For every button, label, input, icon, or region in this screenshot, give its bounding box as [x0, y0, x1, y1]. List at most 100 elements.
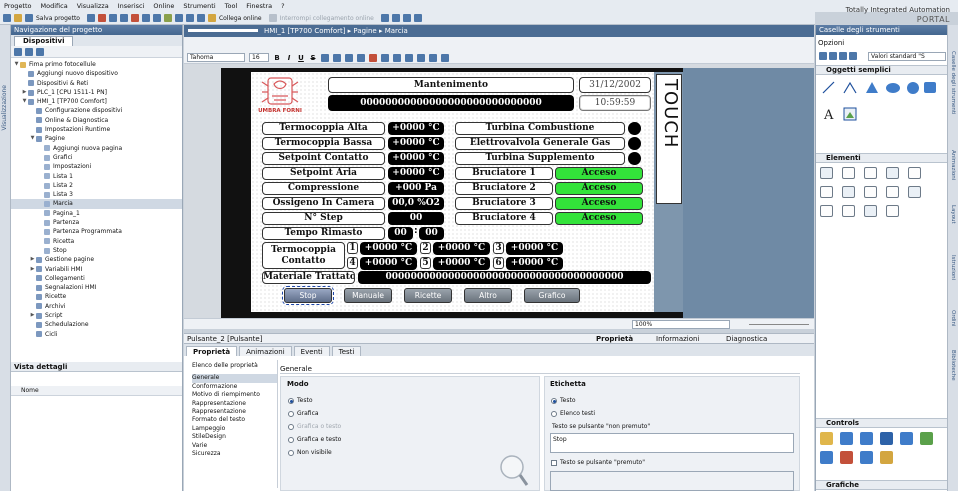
graphic-io-icon[interactable] [886, 167, 899, 179]
switch-icon[interactable] [842, 186, 855, 198]
print-icon[interactable] [86, 14, 95, 22]
tab-proprieta[interactable]: Proprietà [186, 346, 238, 356]
sm-pdf-view-icon[interactable] [840, 451, 853, 464]
modo-option-radio[interactable]: Testo [288, 397, 313, 404]
list-view-icon[interactable] [829, 52, 837, 60]
delete-icon[interactable] [130, 14, 139, 22]
property-nav-item[interactable]: Rappresentazione [192, 408, 278, 416]
modo-option-radio[interactable]: Grafica o testo [288, 423, 341, 430]
right-sidebar-tab[interactable]: Ordini [950, 310, 956, 327]
tree-item[interactable]: Ricette [11, 292, 182, 301]
simulate-icon[interactable] [196, 14, 205, 22]
tree-item[interactable]: ▼ Fima primo fotocellule [11, 60, 182, 69]
tree-item[interactable]: Ricetta [11, 237, 182, 246]
tree-item[interactable]: Impostazioni [11, 162, 182, 171]
tree-item[interactable]: Online & Diagnostica [11, 116, 182, 125]
menu-item-6[interactable]: Tool [225, 2, 238, 10]
save-button[interactable]: Salva progetto [36, 15, 80, 22]
tree-view-icon[interactable] [36, 47, 44, 56]
property-nav-item[interactable]: Varie [192, 442, 278, 450]
tree-item[interactable]: Marcia [11, 199, 182, 209]
modo-option-radio[interactable]: Grafica [288, 410, 319, 417]
property-nav-item[interactable]: Conformazione [192, 383, 278, 391]
underline-icon[interactable]: U [297, 54, 305, 62]
details-view-title[interactable]: Vista dettagli [11, 362, 182, 372]
compile-icon[interactable] [163, 14, 172, 22]
icon-view-icon[interactable] [839, 52, 847, 60]
redo-icon[interactable] [152, 14, 161, 22]
trend-view-icon[interactable] [840, 432, 853, 445]
symbol-library-icon[interactable] [864, 186, 877, 198]
tree-item[interactable]: Segnalazioni HMI [11, 283, 182, 292]
line-color-icon[interactable] [381, 53, 389, 62]
tab-diagnostica[interactable]: Diagnostica [726, 334, 767, 344]
etichetta-testo-radio[interactable]: Testo [551, 397, 576, 404]
bar-icon[interactable] [820, 186, 833, 198]
f-trend-view-icon[interactable] [880, 451, 893, 464]
tree-item[interactable]: Grafici [11, 153, 182, 162]
tree-item[interactable]: Lista 1 [11, 172, 182, 181]
font-size-select[interactable]: 16 [249, 53, 269, 62]
tree-expander-icon[interactable]: ▼ [21, 97, 28, 106]
align-center-icon[interactable] [333, 53, 341, 62]
etichetta-elenco-radio[interactable]: Elenco testi [551, 410, 595, 417]
tree-item[interactable]: Dispositivi & Reti [11, 79, 182, 88]
strikethrough-icon[interactable]: S [309, 54, 317, 62]
toolbox-view-select[interactable]: Valori standard "S [868, 52, 946, 61]
cut-icon[interactable] [97, 14, 106, 22]
tree-expander-icon[interactable]: ▼ [13, 60, 20, 69]
button-icon[interactable] [842, 167, 855, 179]
menu-item-1[interactable]: Modifica [41, 2, 68, 10]
small-icon-view-icon[interactable] [849, 52, 857, 60]
connect-online-button[interactable]: Collega online [219, 15, 262, 22]
tree-item[interactable]: Stop [11, 246, 182, 255]
section-oggetti-semplici[interactable]: Oggetti semplici [816, 65, 948, 75]
menu-item-4[interactable]: Online [153, 2, 174, 10]
recipe-view-icon[interactable] [900, 432, 913, 445]
upload-icon[interactable] [185, 14, 194, 22]
open-project-icon[interactable] [14, 14, 22, 22]
section-controls[interactable]: Controls [816, 418, 948, 428]
tree-item[interactable]: Lista 2 [11, 181, 182, 190]
tree-expander-icon[interactable]: ▶ [29, 265, 36, 274]
left-sidebar-label[interactable]: Visualizzazione [1, 85, 8, 131]
tab-eventi[interactable]: Eventi [293, 346, 330, 356]
menu-item-2[interactable]: Visualizza [77, 2, 109, 10]
italic-icon[interactable]: I [285, 54, 293, 62]
menu-item-5[interactable]: Strumenti [183, 2, 215, 10]
details-column-name[interactable]: Nome [11, 386, 182, 396]
paste-icon[interactable] [119, 14, 128, 22]
distribute-icon[interactable] [429, 53, 437, 62]
back-icon[interactable] [14, 47, 22, 56]
property-nav-item[interactable]: Lampeggio [192, 425, 278, 433]
fill-color-icon[interactable] [357, 53, 365, 62]
property-nav-item[interactable]: Sicurezza [192, 450, 278, 458]
section-elementi[interactable]: Elementi [816, 153, 948, 163]
new-project-icon[interactable] [3, 14, 11, 22]
html-browser-icon[interactable] [880, 432, 893, 445]
premuto-checkbox[interactable]: Testo se pulsante "premuto" [551, 459, 645, 466]
tree-item[interactable]: Impostazioni Runtime [11, 125, 182, 134]
section-grafiche[interactable]: Grafiche [816, 480, 948, 490]
tree-item[interactable]: Aggiungi nuovo dispositivo [11, 69, 182, 78]
user-view-icon[interactable] [860, 432, 873, 445]
close-editor-icon[interactable] [413, 14, 422, 22]
align-left-icon[interactable] [321, 53, 329, 62]
option-buttons-icon[interactable] [842, 205, 855, 217]
non-premuto-input[interactable]: Stop [550, 433, 794, 453]
tree-item[interactable]: Configurazione dispositivi [11, 106, 182, 115]
tree-expander-icon[interactable]: ▶ [21, 88, 28, 97]
zoom-slider[interactable] [749, 324, 809, 325]
status-force-icon[interactable] [820, 451, 833, 464]
accessible-devices-icon[interactable] [380, 14, 389, 22]
tree-expander-icon[interactable]: ▼ [29, 134, 36, 143]
tab-proprieta-right[interactable]: Proprietà [596, 334, 633, 344]
symbolic-io-icon[interactable] [864, 167, 877, 179]
menu-item-7[interactable]: Finestra [246, 2, 272, 10]
right-sidebar-tab[interactable]: Istruzioni [950, 255, 956, 280]
font-family-select[interactable]: Tahoma [187, 53, 245, 62]
tree-item[interactable]: ▼ HMI_1 [TP700 Comfort] [11, 97, 182, 106]
hmi-button-ricette[interactable]: Ricette [404, 288, 452, 303]
io-field-icon[interactable] [820, 167, 833, 179]
right-sidebar-tab[interactable]: Biblioteche [950, 350, 956, 381]
